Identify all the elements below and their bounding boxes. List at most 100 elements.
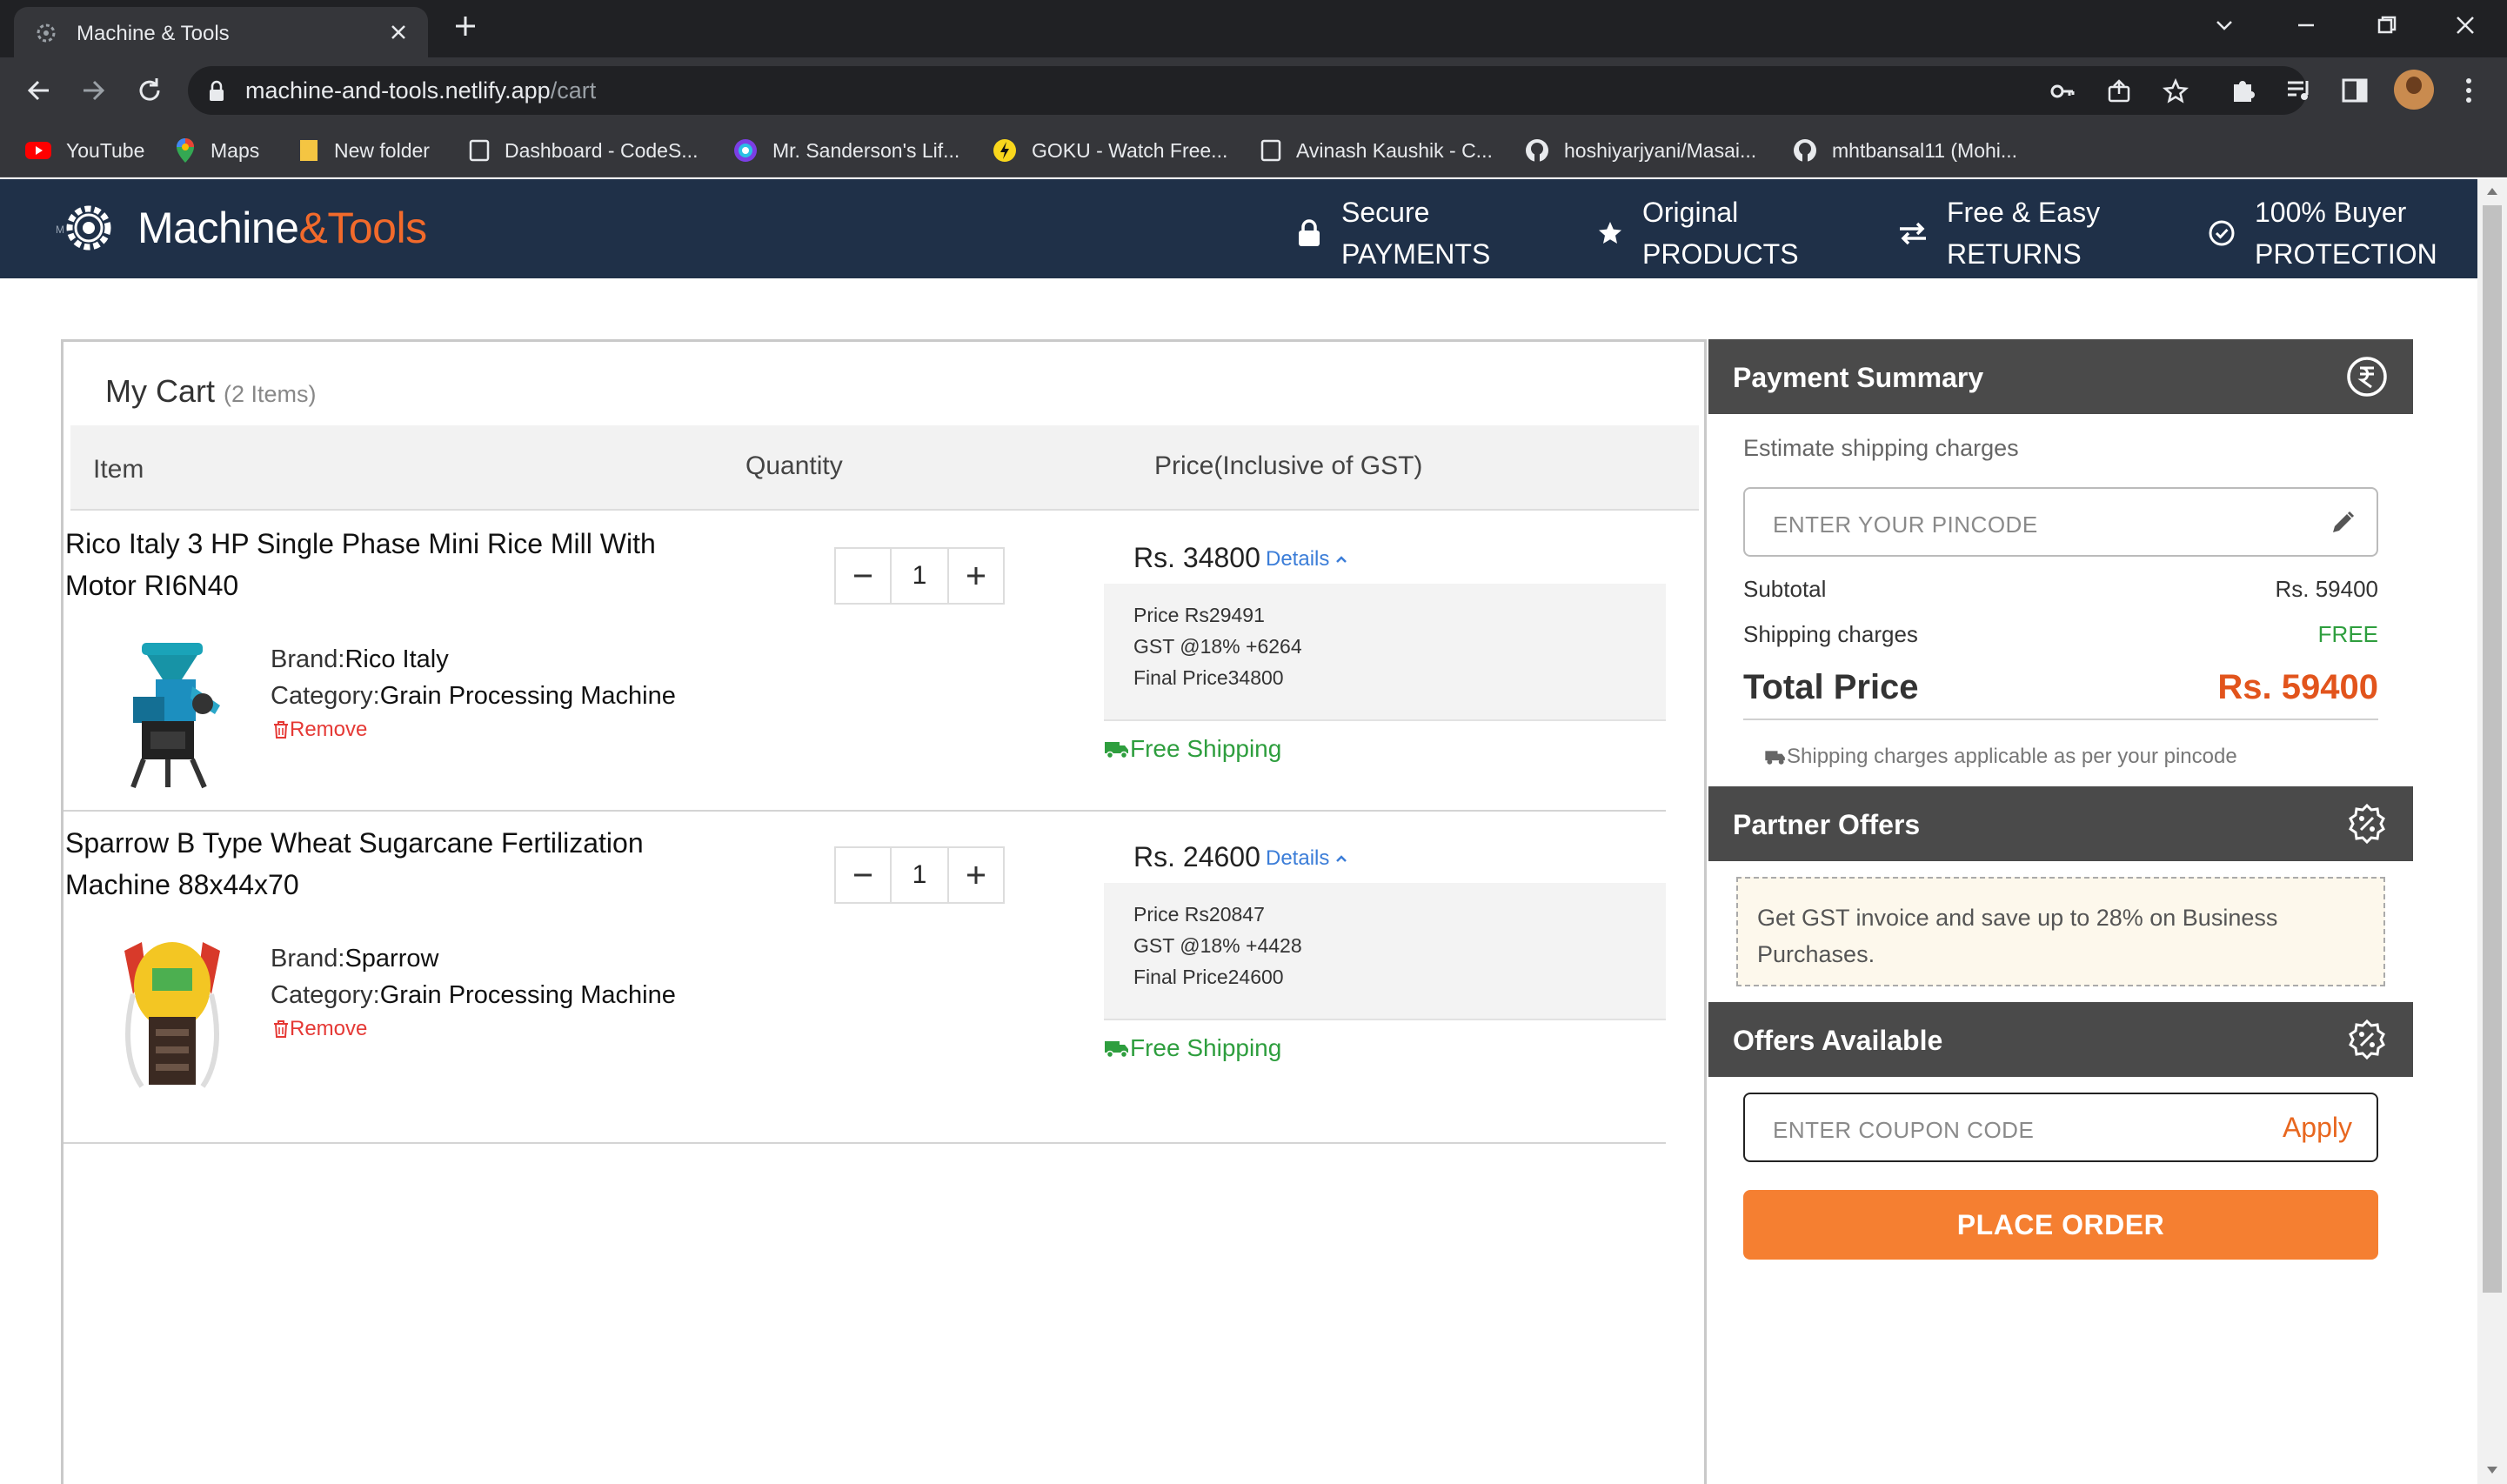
key-icon[interactable] [2049,78,2076,104]
product-image-rice-mill[interactable] [107,634,237,791]
brand-part1: Machine [137,204,299,252]
url-text[interactable]: machine-and-tools.netlify.app/cart [245,77,596,104]
scroll-down-icon[interactable] [2486,1465,2498,1475]
browser-chrome: Machine & Tools machine-and-tools.netlif… [0,0,2507,177]
address-bar[interactable]: machine-and-tools.netlify.app/cart [188,66,2307,115]
extensions-icon[interactable] [2229,76,2258,105]
truck-icon [1105,742,1128,759]
menu-dots-icon[interactable] [2458,76,2479,105]
cart-title: My Cart (2 Items) [105,373,317,410]
bookmark-new-folder[interactable]: New folder [297,136,430,165]
partner-offer-card[interactable]: Get GST invoice and save up to 28% on Bu… [1736,877,2385,986]
details-toggle[interactable]: Details [1266,547,1348,572]
exchange-icon [1900,222,1926,245]
bookmark-label: GOKU - Watch Free... [1032,138,1228,162]
feature-line1: Secure [1341,197,1430,228]
remove-button[interactable]: Remove [272,718,367,742]
brand-logo[interactable]: M Machine&Tools [54,197,427,259]
product-brand: Brand:Sparrow [271,940,676,977]
price-breakdown: Price Rs20847 GST @18% +4428 Final Price… [1104,883,1666,1020]
plus-icon [967,567,985,585]
quantity-value[interactable]: 1 [892,547,947,605]
offers-available-title: Offers Available [1733,1025,1943,1056]
tab-title: Machine & Tools [77,22,230,45]
tab-strip: Machine & Tools [0,0,2507,57]
decrease-quantity-button[interactable] [834,547,892,605]
category-label: Category: [271,682,380,710]
product-image-sprayer[interactable] [107,933,237,1090]
cart-item-row: Sparrow B Type Wheat Sugarcane Fertiliza… [64,812,1666,1107]
rupee-icon [2347,357,2387,397]
check-circle-icon [2209,220,2235,246]
apply-coupon-button[interactable]: Apply [2283,1112,2352,1144]
shipping-label: Shipping charges [1743,621,1918,647]
increase-quantity-button[interactable] [947,846,1005,904]
coupon-input[interactable]: ENTER COUPON CODE Apply [1743,1093,2378,1162]
site-header: M Machine&Tools Secure PAYMENTS Original P… [0,179,2477,278]
page-scrollbar[interactable] [2477,179,2507,1484]
pincode-input[interactable]: ENTER YOUR PINCODE [1743,487,2378,557]
bookmark-star-icon[interactable] [2163,78,2189,104]
category-value: Grain Processing Machine [379,981,676,1009]
forward-icon[interactable] [78,75,110,106]
scrollbar-thumb[interactable] [2483,205,2502,1293]
feature-line1: 100% Buyer [2255,197,2407,228]
brand-label: Brand: [271,945,345,973]
free-shipping-label: Free Shipping [1130,735,1282,762]
product-name[interactable]: Rico Italy 3 HP Single Phase Mini Rice M… [65,523,726,606]
category-value: Grain Processing Machine [379,682,676,710]
restore-icon[interactable] [2375,13,2399,37]
bookmark-sanderson[interactable]: Mr. Sanderson's Lif... [732,136,959,165]
bookmark-dashboard[interactable]: Dashboard - CodeS... [468,136,698,165]
decrease-quantity-button[interactable] [834,846,892,904]
product-name[interactable]: Sparrow B Type Wheat Sugarcane Fertiliza… [65,822,726,906]
browser-tab[interactable]: Machine & Tools [14,7,428,57]
remove-label: Remove [290,1017,368,1040]
increase-quantity-button[interactable] [947,547,1005,605]
feature-line2: PRODUCTS [1642,238,1799,270]
feature-line2: PAYMENTS [1341,238,1491,270]
bookmark-label: Avinash Kaushik - C... [1296,138,1493,162]
free-shipping-badge: Free Shipping [1104,1034,1281,1062]
bookmark-avinash[interactable]: Avinash Kaushik - C... [1260,136,1493,165]
close-tab-icon[interactable] [388,22,409,43]
bookmark-label: hoshiyarjyani/Masai... [1564,138,1757,162]
trash-icon [274,1020,288,1038]
remove-button[interactable]: Remove [272,1017,367,1041]
partner-offer-text: Get GST invoice and save up to 28% on Bu… [1757,905,2278,967]
scroll-up-icon[interactable] [2486,186,2498,197]
details-toggle[interactable]: Details [1266,846,1348,871]
tab-search-icon[interactable] [2212,13,2236,37]
page-icon [1260,139,1281,162]
new-tab-icon[interactable] [452,13,478,39]
bookmark-mhtbansal[interactable]: mhtbansal11 (Mohi... [1792,136,2017,165]
bookmark-youtube[interactable]: YouTube [24,136,144,165]
total-row: Total Price Rs. 59400 [1743,668,2378,720]
bookmark-goku[interactable]: GOKU - Watch Free... [992,136,1227,165]
brand-amp: & [298,204,328,252]
side-panel-icon[interactable] [2340,76,2370,105]
media-control-icon[interactable] [2284,76,2314,105]
minimize-icon[interactable] [2294,13,2318,37]
bookmark-label: New folder [334,138,430,162]
cart-panel: My Cart (2 Items) Item Quantity Price(Inc… [61,339,1707,1484]
product-meta: Brand:Rico Italy Category:Grain Processi… [271,641,676,714]
bookmark-maps[interactable]: Maps [174,136,259,165]
share-icon[interactable] [2106,78,2132,104]
close-window-icon[interactable] [2453,13,2477,37]
place-order-button[interactable]: PLACE ORDER [1743,1190,2378,1260]
free-shipping-label: Free Shipping [1130,1034,1282,1061]
edit-pencil-icon[interactable] [2328,508,2357,538]
reload-icon[interactable] [134,75,165,106]
final-price: Final Price34800 [1133,666,1284,689]
shipping-value: FREE [2317,621,2378,647]
site-lock-icon[interactable] [207,80,226,103]
svg-text:M: M [56,224,64,236]
back-icon[interactable] [23,75,54,106]
profile-avatar[interactable] [2394,70,2434,110]
bookmark-hoshiyar[interactable]: hoshiyarjyani/Masai... [1524,136,1756,165]
item-price: Rs. 34800 [1133,542,1260,573]
quantity-value[interactable]: 1 [892,846,947,904]
shipping-note-text: Shipping charges applicable as per your … [1787,745,2237,768]
truck-icon [1765,751,1785,765]
